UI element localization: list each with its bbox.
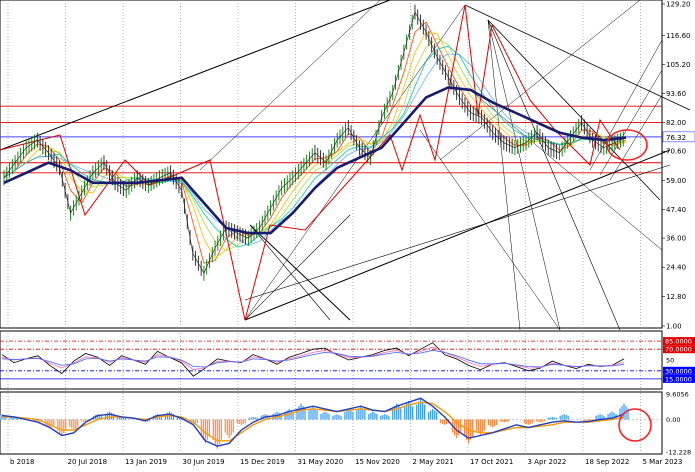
x-tick-label: 31 May 2020 [298, 458, 344, 466]
x-tick-label: 18 Sep 2022 [585, 458, 629, 466]
y-tick-label: 36.00 [666, 235, 686, 243]
x-tick-label: 13 Jan 2019 [125, 458, 167, 466]
chart-window: b 2018 20 Jul 2018 13 Jan 2019 30 Jun 2019 1… [0, 0, 695, 468]
y-tick-label: 59.00 [666, 177, 686, 185]
x-tick-label: 15 Dec 2019 [240, 458, 285, 466]
x-tick-label: 20 Jul 2018 [68, 458, 108, 466]
x-tick-label: 15 Nov 2020 [355, 458, 400, 466]
x-tick-label: 30 Jun 2019 [183, 458, 225, 466]
y-tick-label: 70.60 [666, 148, 686, 156]
x-tick-label: 3 Apr 2022 [528, 458, 567, 466]
x-tick-label: 2 May 2021 [413, 458, 454, 466]
y-tick-label: 93.60 [666, 90, 686, 98]
y-tick-label: 1.00 [666, 323, 682, 331]
chart-canvas: b 2018 20 Jul 2018 13 Jan 2019 30 Jun 2019 1… [0, 0, 695, 466]
y-tick-label: 12.80 [666, 293, 686, 301]
macd-tick-label: 9.6056 [666, 391, 689, 399]
oscillator-level-label: 70.0000 [665, 346, 692, 354]
oscillator-panel-frame [0, 330, 663, 390]
y-tick-label: 116.60 [666, 32, 691, 40]
y-tick-label: 82.00 [666, 119, 686, 127]
y-tick-label: 129.20 [666, 1, 691, 9]
oscillator-tick-label: 50 [666, 357, 674, 365]
current-price-label: 76.32 [666, 134, 686, 142]
y-tick-label: 47.40 [666, 206, 686, 214]
main-panel-frame [0, 0, 663, 329]
y-tick-label: 105.20 [666, 61, 691, 69]
x-tick-label: 5 Mar 2023 [643, 458, 683, 466]
macd-tick-label: -12.228 [666, 449, 691, 457]
oscillator-level-label: 15.0000 [665, 375, 692, 383]
x-tick-label: b 2018 [10, 458, 34, 466]
y-tick-label: 24.40 [666, 264, 686, 272]
x-tick-label: 17 Oct 2021 [470, 458, 513, 466]
oscillator-level-label: 30.0000 [665, 367, 692, 375]
macd-tick-label: 0.00 [666, 416, 680, 424]
oscillator-level-label: 85.0000 [665, 338, 692, 346]
